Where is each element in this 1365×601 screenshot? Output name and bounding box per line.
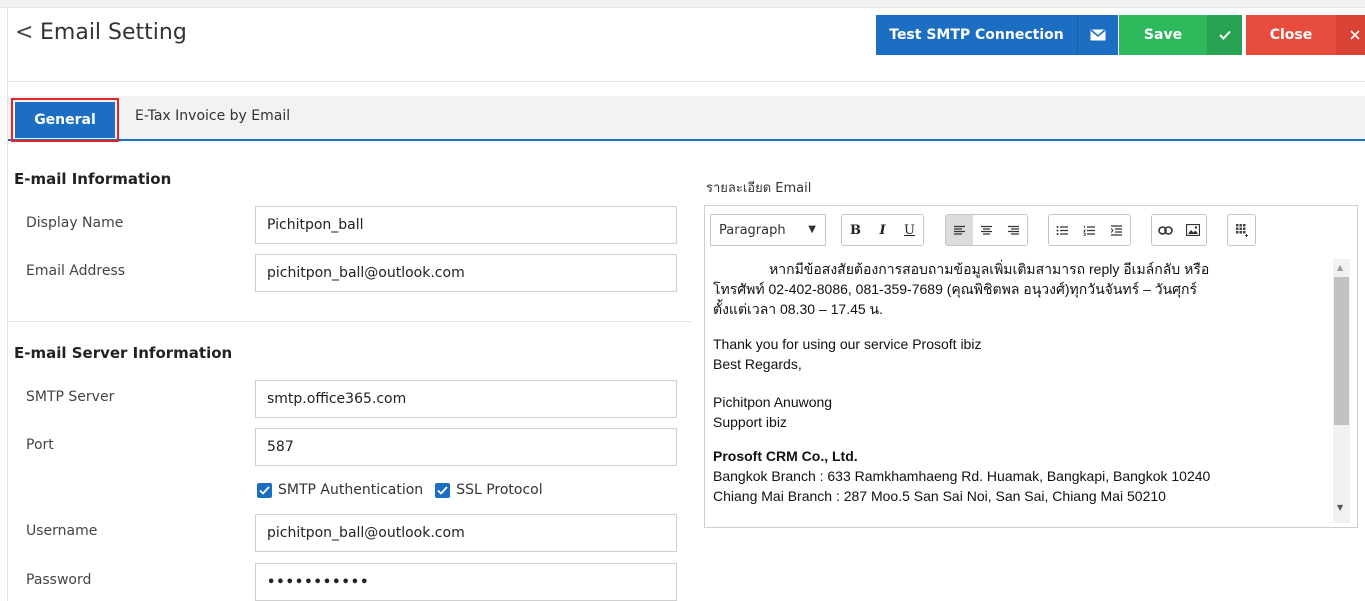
link-icon[interactable] [1152, 215, 1179, 245]
italic-icon[interactable]: I [869, 215, 896, 245]
ssl-protocol-label: SSL Protocol [456, 482, 543, 498]
table-icon[interactable] [1228, 215, 1255, 245]
bullet-list-icon[interactable] [1049, 215, 1076, 245]
email-detail-label: รายละเอียด Email [706, 181, 812, 196]
chevron-left-icon[interactable]: < [15, 20, 33, 45]
underline-icon[interactable]: U [896, 215, 923, 245]
body-spacer [713, 319, 1329, 334]
envelope-icon [1077, 15, 1118, 55]
email-body-content[interactable]: หากมีข้อสงสัยต้องการสอบถามข้อมูลเพิ่มเติ… [713, 259, 1329, 523]
section-divider [8, 321, 692, 322]
display-name-value: Pichitpon_ball [267, 217, 364, 233]
save-button[interactable]: Save [1119, 15, 1242, 55]
align-center-icon[interactable] [973, 215, 1000, 245]
email-information-heading: E-mail Information [14, 170, 172, 188]
smtp-authentication-checkbox[interactable] [257, 482, 272, 498]
body-line-2: โทรศัพท์ 02-402-8086, 081-359-7689 (คุณพ… [713, 281, 1198, 297]
body-spacer-2 [713, 374, 1329, 392]
text-style-group: B I U [841, 214, 924, 246]
checkmark-icon [1207, 15, 1242, 55]
email-address-value: pichitpon_ball@outlook.com [267, 265, 465, 281]
body-branch-2: Chiang Mai Branch : 287 Moo.5 San Sai No… [713, 488, 1166, 504]
tab-general-label: General [15, 102, 115, 138]
username-label: Username [26, 523, 98, 539]
tab-bar: General E-Tax Invoice by Email [8, 96, 1365, 142]
smtp-server-label: SMTP Server [26, 389, 115, 405]
paragraph-format-value: Paragraph [719, 222, 786, 238]
body-company: Prosoft CRM Co., Ltd. [713, 448, 858, 464]
table-group [1227, 214, 1256, 246]
close-label: Close [1269, 27, 1313, 43]
image-icon[interactable] [1179, 215, 1206, 245]
close-x-icon [1336, 15, 1365, 55]
smtp-authentication-label: SMTP Authentication [278, 482, 424, 498]
body-spacer-3 [713, 432, 1329, 446]
body-thanks: Thank you for using our service Prosoft … [713, 336, 982, 352]
alignment-group [945, 214, 1028, 246]
tab-general[interactable]: General [11, 98, 119, 142]
port-field[interactable]: 587 [255, 428, 677, 466]
dropdown-arrow-icon: ▼ [808, 224, 816, 235]
body-line-1: หากมีข้อสงสัยต้องการสอบถามข้อมูลเพิ่มเติ… [769, 261, 1210, 277]
port-value: 587 [267, 439, 294, 455]
body-role: Support ibiz [713, 414, 787, 430]
save-label: Save [1143, 27, 1183, 43]
password-label: Password [26, 572, 92, 588]
numbered-list-icon[interactable] [1076, 215, 1103, 245]
username-field[interactable]: pichitpon_ball@outlook.com [255, 514, 677, 552]
bold-icon[interactable]: B [842, 215, 869, 245]
body-branch-1: Bangkok Branch : 633 Ramkhamhaeng Rd. Hu… [713, 468, 1211, 484]
editor-scrollbar[interactable]: ▲ ▼ [1333, 259, 1350, 523]
password-field[interactable]: ••••••••••• [255, 563, 677, 601]
body-name: Pichitpon Anuwong [713, 394, 833, 410]
indent-icon[interactable] [1103, 215, 1130, 245]
display-name-label: Display Name [26, 215, 124, 231]
smtp-server-value: smtp.office365.com [267, 391, 407, 407]
security-options: SMTP Authentication SSL Protocol [257, 482, 543, 498]
page-title: Email Setting [40, 20, 187, 45]
scrollbar-thumb[interactable] [1334, 277, 1349, 425]
top-border [0, 0, 1365, 8]
close-button[interactable]: Close [1246, 15, 1365, 55]
ssl-protocol-checkbox[interactable] [435, 482, 451, 498]
email-body-editor: Paragraph ▼ B I U หากมีข้อสงสัยต้องการสอ… [704, 205, 1358, 528]
smtp-server-field[interactable]: smtp.office365.com [255, 380, 677, 418]
align-left-icon[interactable] [946, 215, 973, 245]
align-right-icon[interactable] [1000, 215, 1027, 245]
body-line-3: ตั้งแต่เวลา 08.30 – 17.45 น. [713, 301, 884, 317]
username-value: pichitpon_ball@outlook.com [267, 525, 465, 541]
email-address-label: Email Address [26, 263, 126, 279]
page-header: < Email Setting Test SMTP Connection Sav… [8, 9, 1365, 82]
test-smtp-connection-button[interactable]: Test SMTP Connection [876, 15, 1118, 55]
test-smtp-connection-label: Test SMTP Connection [889, 27, 1064, 43]
password-value: ••••••••••• [267, 574, 370, 590]
scroll-down-icon[interactable]: ▼ [1337, 503, 1343, 512]
scroll-up-icon[interactable]: ▲ [1337, 263, 1343, 272]
paragraph-format-select[interactable]: Paragraph ▼ [710, 214, 826, 246]
port-label: Port [26, 437, 54, 453]
body-regards: Best Regards, [713, 356, 802, 372]
email-server-information-heading: E-mail Server Information [14, 344, 233, 362]
display-name-field[interactable]: Pichitpon_ball [255, 206, 677, 244]
tab-e-tax-invoice-by-email[interactable]: E-Tax Invoice by Email [135, 108, 290, 124]
editor-toolbar: Paragraph ▼ B I U [705, 206, 1357, 257]
list-group [1048, 214, 1131, 246]
email-address-field[interactable]: pichitpon_ball@outlook.com [255, 254, 677, 292]
insert-group [1151, 214, 1207, 246]
